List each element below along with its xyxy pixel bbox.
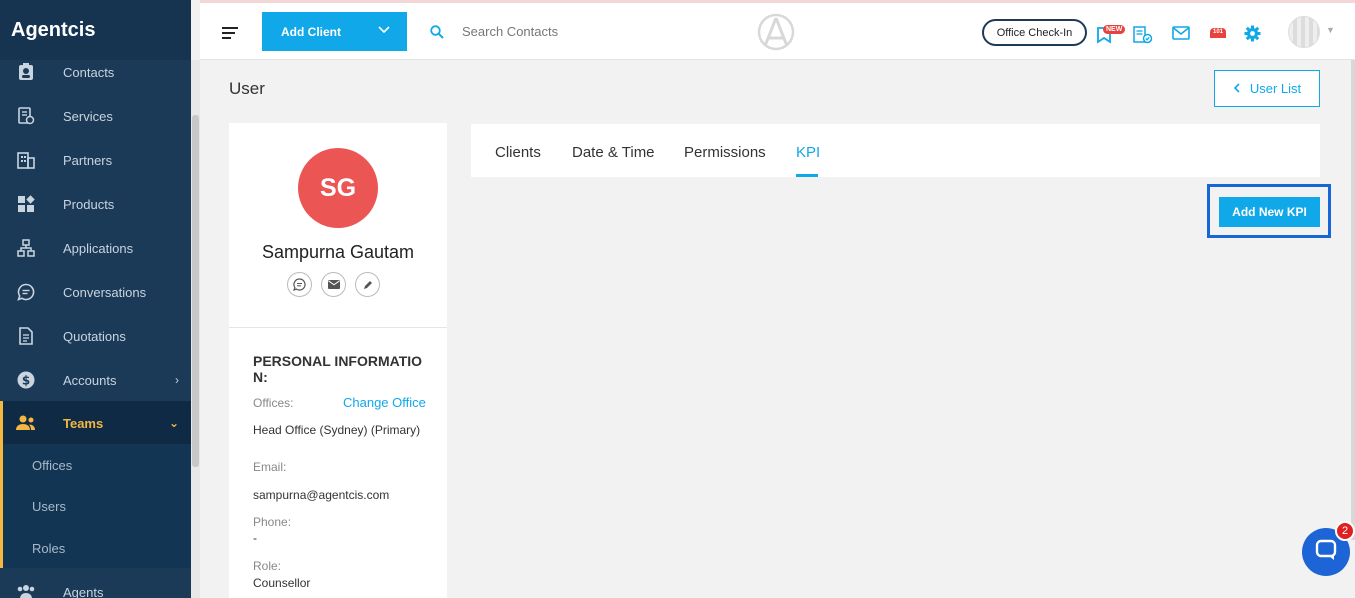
contact-card-icon	[16, 62, 36, 82]
sidebar-item-label: Products	[63, 196, 115, 212]
offices-label: Offices:	[253, 396, 294, 410]
sidebar-item-products[interactable]: Products	[0, 182, 191, 226]
add-client-button[interactable]: Add Client	[262, 12, 407, 51]
chevron-left-icon	[1233, 81, 1240, 96]
page-scrollbar[interactable]	[1351, 60, 1355, 540]
sidebar-item-contacts[interactable]: Contacts	[0, 50, 191, 94]
sidebar: Agentcis Contacts Services Partners Prod…	[0, 0, 191, 598]
brand-name: Agentcis	[11, 18, 96, 41]
user-list-label: User List	[1249, 81, 1302, 96]
chat-bubble-icon	[1315, 539, 1337, 566]
email-value: sampurna@agentcis.com	[253, 488, 390, 502]
scrollbar-thumb[interactable]	[192, 115, 199, 467]
sidebar-item-conversations[interactable]: Conversations	[0, 270, 191, 314]
email-icon[interactable]	[321, 272, 346, 297]
new-badge: NEW	[1103, 25, 1126, 34]
sidebar-item-label: Applications	[63, 240, 134, 256]
sidebar-item-label: Contacts	[63, 64, 115, 80]
teams-submenu: Offices Users Roles	[0, 444, 191, 568]
email-label: Email:	[253, 460, 287, 474]
submenu-item-offices[interactable]: Offices	[32, 458, 72, 473]
sidebar-item-label: Conversations	[63, 284, 147, 300]
svg-text:$: $	[22, 374, 30, 388]
chevron-down-icon: ⌄	[168, 416, 179, 430]
agentcis-logo-icon	[757, 13, 795, 56]
sidebar-item-label: Teams	[63, 415, 104, 431]
phone-label: Phone:	[253, 515, 292, 529]
sidebar-item-accounts[interactable]: $ Accounts ›	[0, 358, 191, 402]
page-title: User	[229, 79, 265, 98]
tab-clients[interactable]: Clients	[495, 144, 541, 161]
mail-icon[interactable]	[1172, 26, 1190, 45]
checklist-icon[interactable]	[1133, 26, 1153, 49]
active-tab-indicator	[796, 174, 818, 177]
notification-badge: 101	[1210, 28, 1227, 36]
role-label: Role:	[253, 559, 282, 573]
sidebar-item-services[interactable]: Services	[0, 94, 191, 138]
profile-actions	[287, 272, 380, 297]
services-icon	[16, 106, 36, 126]
sidebar-item-agents[interactable]: Agents	[0, 570, 191, 598]
people-icon	[16, 582, 36, 598]
office-value: Head Office (Sydney) (Primary)	[253, 423, 421, 437]
dollar-icon: $	[16, 370, 36, 390]
add-new-kpi-button[interactable]: Add New KPI	[1219, 197, 1320, 227]
sidebar-item-label: Agents	[63, 584, 104, 598]
team-icon	[16, 413, 36, 433]
profile-name: Sampurna Gautam	[261, 242, 415, 262]
sidebar-item-quotations[interactable]: Quotations	[0, 314, 191, 358]
sidebar-item-label: Accounts	[63, 372, 117, 388]
menu-toggle-icon[interactable]	[222, 27, 238, 39]
card-divider	[229, 327, 447, 328]
chevron-down-icon[interactable]	[378, 23, 390, 37]
personal-info-heading: PERSONAL INFORMATION:	[253, 353, 423, 385]
tab-permissions[interactable]: Permissions	[684, 144, 766, 161]
sidebar-item-partners[interactable]: Partners	[0, 138, 191, 182]
building-icon	[16, 150, 36, 170]
sidebar-item-teams[interactable]: Teams ⌄	[0, 401, 191, 445]
profile-avatar: SG	[298, 148, 378, 228]
user-tabs: Clients Date & Time Permissions KPI	[471, 124, 1320, 177]
grid-icon	[16, 194, 36, 214]
caret-down-icon[interactable]: ▼	[1326, 25, 1335, 35]
sidebar-scrollbar[interactable]	[191, 60, 200, 598]
hierarchy-icon	[16, 238, 36, 258]
chat-icon	[16, 282, 36, 302]
chat-unread-badge: 2	[1335, 521, 1355, 541]
gear-icon[interactable]	[1244, 25, 1261, 47]
role-value: Counsellor	[253, 576, 311, 590]
chevron-right-icon: ›	[175, 373, 179, 387]
user-avatar[interactable]	[1288, 16, 1320, 48]
document-icon	[16, 326, 36, 346]
search-input[interactable]	[462, 19, 662, 43]
user-list-button[interactable]: User List	[1214, 70, 1320, 107]
add-client-label: Add Client	[281, 24, 341, 39]
sidebar-item-label: Quotations	[63, 328, 126, 344]
profile-card: SG Sampurna Gautam PERSONAL INFORMATION:…	[229, 123, 447, 598]
tab-date-time[interactable]: Date & Time	[572, 144, 655, 161]
message-icon[interactable]	[287, 272, 312, 297]
edit-pencil-icon[interactable]	[355, 272, 380, 297]
change-office-link[interactable]: Change Office	[343, 395, 426, 410]
tab-kpi[interactable]: KPI	[796, 144, 820, 161]
submenu-item-users[interactable]: Users	[32, 499, 66, 514]
search-icon[interactable]	[430, 25, 444, 44]
phone-value: -	[253, 531, 257, 545]
office-checkin-button[interactable]: Office Check-In	[982, 19, 1087, 46]
office-checkin-label: Office Check-In	[996, 26, 1073, 39]
sidebar-item-applications[interactable]: Applications	[0, 226, 191, 270]
sidebar-item-label: Partners	[63, 152, 113, 168]
top-header: Add Client Office Check-In NEW 101 ▼	[200, 3, 1355, 60]
avatar-initials: SG	[319, 173, 357, 202]
sidebar-item-label: Services	[63, 108, 113, 124]
submenu-item-roles[interactable]: Roles	[32, 541, 65, 556]
